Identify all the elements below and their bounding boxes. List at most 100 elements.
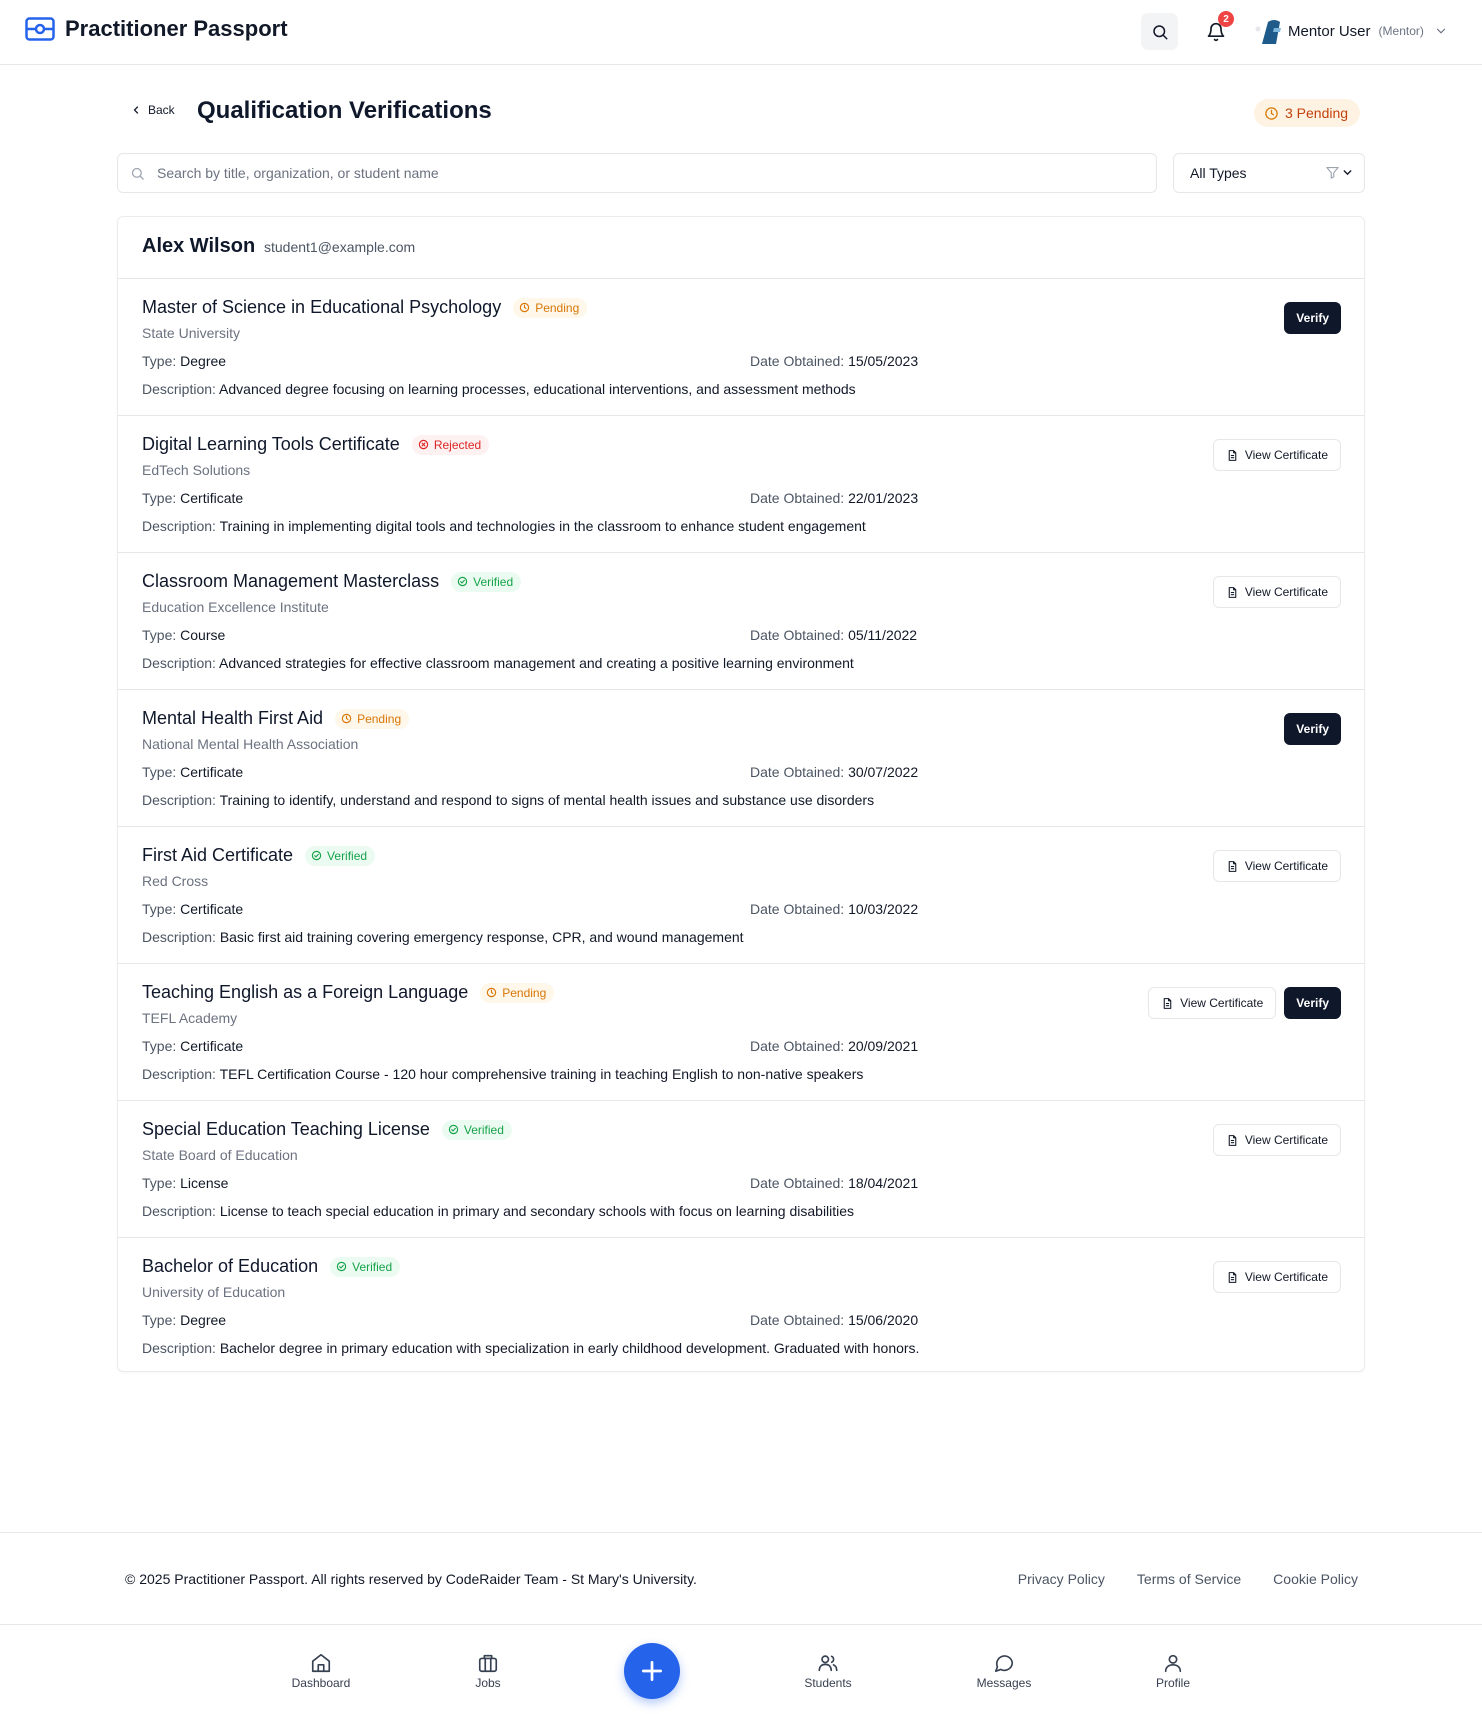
brand-name: Practitioner Passport — [65, 16, 288, 41]
qualification-type: Type: Degree — [142, 353, 226, 369]
qualification-actions: Verify — [1284, 302, 1341, 334]
chevron-down-icon — [1436, 28, 1445, 34]
description-value: Bachelor degree in primary education wit… — [219, 1340, 920, 1356]
qualification-type: Type: Certificate — [142, 490, 243, 506]
clock-icon — [487, 987, 497, 998]
qualification-type: Type: Course — [142, 627, 225, 643]
qualification-actions: View Certificate Verify — [1148, 987, 1341, 1019]
search-button[interactable] — [1141, 13, 1178, 50]
description-value: Advanced degree focusing on learning pro… — [219, 381, 856, 397]
status-label: Pending — [535, 300, 580, 315]
verify-label: Verify — [1296, 722, 1329, 736]
verify-button[interactable]: Verify — [1284, 987, 1341, 1019]
view-certificate-button[interactable]: View Certificate — [1212, 1124, 1341, 1156]
view-certificate-button[interactable]: View Certificate — [1212, 850, 1341, 882]
nav-students[interactable]: Students — [783, 1652, 873, 1690]
qualification-description: Description: Training to identify, under… — [142, 792, 874, 808]
view-certificate-button[interactable]: View Certificate — [1212, 576, 1341, 608]
date-value: 10/03/2022 — [848, 901, 919, 917]
qualification-date: Date Obtained: 30/07/2022 — [750, 764, 918, 780]
type-value: Course — [180, 627, 226, 643]
top-header: Practitioner Passport 2 Mentor User (Men… — [0, 0, 1482, 65]
qualification-title-row: Mental Health First Aid Pending — [142, 708, 410, 729]
clock-icon — [1265, 106, 1278, 120]
type-label: Type: — [142, 627, 177, 643]
view-certificate-label: View Certificate — [1180, 996, 1264, 1010]
status-label: Pending — [502, 985, 547, 1000]
type-value: Certificate — [180, 901, 244, 917]
type-filter-select[interactable]: All Types — [1173, 153, 1365, 193]
status-label: Verified — [463, 1122, 504, 1137]
verify-label: Verify — [1296, 996, 1329, 1010]
qualification-list: Master of Science in Educational Psychol… — [118, 279, 1364, 1375]
file-text-icon — [1228, 860, 1237, 872]
qualification-description: Description: Basic first aid training co… — [142, 929, 744, 945]
type-label: Type: — [142, 1175, 177, 1191]
view-certificate-button[interactable]: View Certificate — [1212, 1261, 1341, 1293]
notifications-button[interactable]: 2 — [1197, 11, 1234, 50]
check-circle-icon — [336, 1261, 347, 1272]
description-label: Description: — [142, 1340, 216, 1356]
back-button[interactable]: Back — [130, 103, 175, 117]
date-label: Date Obtained: — [750, 1038, 845, 1054]
qualification-description: Description: Training in implementing di… — [142, 518, 866, 534]
description-label: Description: — [142, 929, 216, 945]
pending-count-label: 3 Pending — [1285, 105, 1349, 121]
nav-profile-label: Profile — [1155, 1676, 1190, 1690]
nav-jobs[interactable]: Jobs — [443, 1652, 533, 1690]
qualification-date: Date Obtained: 10/03/2022 — [750, 901, 918, 917]
status-badge: Pending — [480, 982, 555, 1003]
nav-dashboard[interactable]: Dashboard — [276, 1652, 366, 1690]
qualification-type: Type: Certificate — [142, 764, 243, 780]
qualification-organization: State University — [142, 325, 241, 341]
status-label: Verified — [327, 848, 368, 863]
date-label: Date Obtained: — [750, 901, 845, 917]
file-text-icon — [1228, 1134, 1237, 1146]
search-input[interactable] — [157, 165, 1057, 181]
search-icon — [131, 167, 144, 180]
notification-count-badge: 2 — [1218, 11, 1234, 27]
qualification-title-row: Teaching English as a Foreign Language Pe… — [142, 982, 555, 1003]
verify-button[interactable]: Verify — [1284, 713, 1341, 745]
qualification-type: Type: License — [142, 1175, 228, 1191]
view-certificate-label: View Certificate — [1244, 1133, 1328, 1147]
bottom-navigation: Dashboard Jobs Students Messages Profile — [0, 1624, 1482, 1714]
type-label: Type: — [142, 353, 177, 369]
nav-messages[interactable]: Messages — [959, 1652, 1049, 1690]
qualification-date: Date Obtained: 05/11/2022 — [750, 627, 917, 643]
footer-links: Privacy Policy Terms of Service Cookie P… — [1018, 1571, 1358, 1587]
privacy-policy-link[interactable]: Privacy Policy — [1018, 1571, 1105, 1587]
brand[interactable]: Practitioner Passport — [25, 16, 288, 42]
cookie-policy-link[interactable]: Cookie Policy — [1273, 1571, 1358, 1587]
add-button[interactable] — [624, 1643, 680, 1699]
passport-logo-icon — [25, 17, 55, 41]
user-icon — [1164, 1654, 1182, 1673]
view-certificate-button[interactable]: View Certificate — [1148, 987, 1277, 1019]
date-value: 22/01/2023 — [848, 490, 919, 506]
user-menu[interactable]: Mentor User (Mentor) — [1252, 14, 1448, 48]
home-icon — [311, 1653, 331, 1673]
page-title: Qualification Verifications — [197, 97, 492, 124]
qualification-row: Classroom Management Masterclass Verified… — [118, 553, 1364, 690]
verify-button[interactable]: Verify — [1284, 302, 1341, 334]
view-certificate-button[interactable]: View Certificate — [1212, 439, 1341, 471]
qualification-description: Description: Bachelor degree in primary … — [142, 1340, 919, 1356]
type-value: Degree — [180, 1312, 227, 1328]
qualification-description: Description: License to teach special ed… — [142, 1203, 854, 1219]
qualification-actions: View Certificate — [1212, 439, 1341, 471]
date-label: Date Obtained: — [750, 764, 845, 780]
description-label: Description: — [142, 518, 216, 534]
footer: © 2025 Practitioner Passport. All rights… — [0, 1532, 1482, 1624]
qualification-row: Digital Learning Tools Certificate Reject… — [118, 416, 1364, 553]
nav-jobs-label: Jobs — [475, 1676, 501, 1690]
chevron-down-icon — [1343, 170, 1352, 176]
nav-students-label: Students — [804, 1676, 852, 1690]
qualification-date: Date Obtained: 22/01/2023 — [750, 490, 918, 506]
nav-profile[interactable]: Profile — [1128, 1652, 1218, 1690]
qualification-title-row: First Aid Certificate Verified — [142, 845, 376, 866]
student-header: Alex Wilson student1@example.com — [118, 217, 1364, 279]
qualification-date: Date Obtained: 20/09/2021 — [750, 1038, 918, 1054]
qualification-title: Digital Learning Tools Certificate — [142, 434, 400, 454]
terms-of-service-link[interactable]: Terms of Service — [1137, 1571, 1241, 1587]
qualification-description: Description: Advanced degree focusing on… — [142, 381, 856, 397]
